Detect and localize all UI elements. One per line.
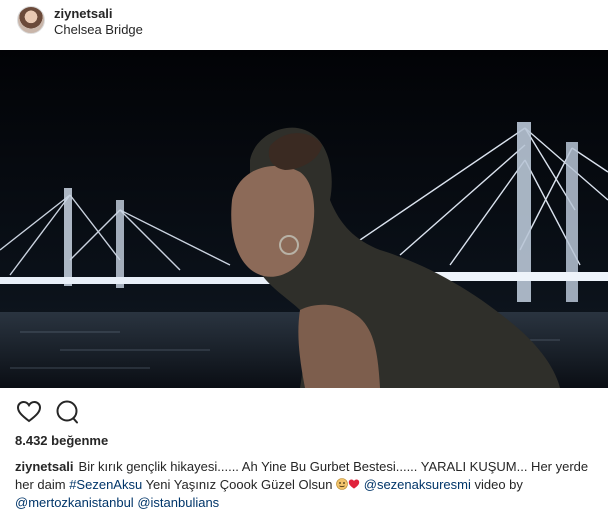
red-heart-emoji (348, 477, 360, 489)
mention-istanbulians[interactable]: @istanbulians (137, 495, 219, 510)
caption-text-3: video by (470, 477, 523, 492)
comment-bubble-icon[interactable] (53, 398, 81, 426)
caption-hashtag[interactable]: #SezenAksu (69, 477, 142, 492)
caption-username[interactable]: ziynetsali (15, 459, 74, 474)
night-bridge-scene (0, 50, 608, 388)
post-actions (0, 398, 608, 426)
profile-avatar[interactable] (17, 6, 45, 34)
instagram-post: ziynetsali Chelsea Bridge 8.432 beğenme … (0, 0, 608, 517)
caption-text-2: Yeni Yaşınız Çoook Güzel Olsun (142, 477, 337, 492)
username-link[interactable]: ziynetsali (54, 6, 113, 21)
heart-outline-icon[interactable] (15, 398, 43, 426)
mention-mertozkanistanbul[interactable]: @mertozkanistanbul (15, 495, 134, 510)
post-caption: ziynetsali Bir kırık gençlik hikayesi....… (15, 458, 600, 512)
mention-sezenaksuresmi[interactable]: @sezenaksuresmi (364, 477, 471, 492)
post-header: ziynetsali Chelsea Bridge (0, 0, 608, 50)
post-photo[interactable] (0, 50, 608, 388)
face-emoji (336, 477, 348, 490)
location-link[interactable]: Chelsea Bridge (54, 22, 143, 37)
likes-count[interactable]: 8.432 beğenme (15, 433, 108, 448)
